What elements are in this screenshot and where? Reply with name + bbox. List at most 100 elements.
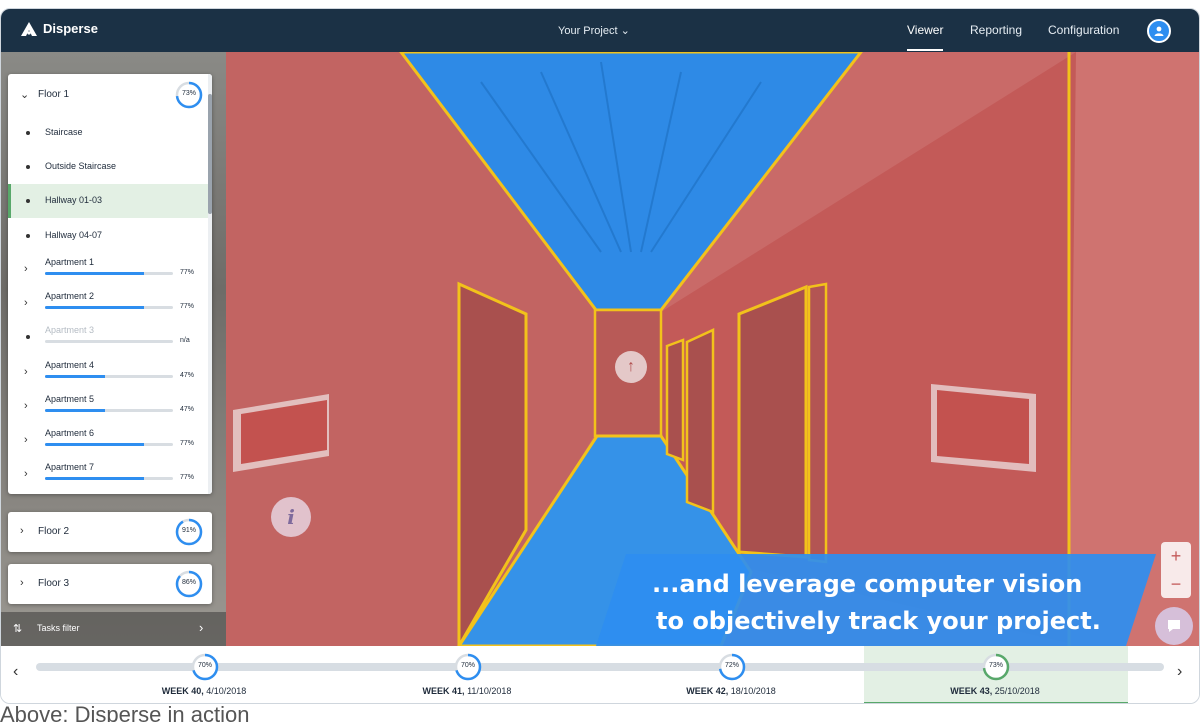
progress-value: n/a xyxy=(180,337,190,344)
list-item-label: Apartment 2 xyxy=(45,291,95,301)
chevron-right-icon: › xyxy=(24,263,28,275)
floor-1-header[interactable]: ⌄ Floor 1 73% xyxy=(8,74,208,116)
chevron-down-icon: ⌄ xyxy=(620,25,630,37)
panorama-viewer[interactable]: ⌄ Floor 1 73% Staircase Outside Staircas… xyxy=(1,52,1199,646)
progress-value: 77% xyxy=(180,474,195,481)
list-item-label: Hallway 04-07 xyxy=(45,230,103,240)
progress-bar xyxy=(45,409,173,412)
tab-configuration[interactable]: Configuration xyxy=(1048,23,1119,37)
zoom-out-button[interactable]: − xyxy=(1161,570,1191,598)
top-bar: Disperse Your Project ⌄ Viewer Reporting… xyxy=(1,9,1199,52)
week-label: WEEK 40, 4/10/2018 xyxy=(161,686,247,696)
image-caption: Above: Disperse in action xyxy=(0,702,250,722)
sliders-icon: ⇅ xyxy=(13,623,23,635)
progress-value: 47% xyxy=(180,406,195,413)
zoom-in-button[interactable]: + xyxy=(1161,542,1191,570)
progress-bar xyxy=(45,340,173,343)
chevron-right-icon: › xyxy=(24,297,28,309)
floor-1-panel: ⌄ Floor 1 73% Staircase Outside Staircas… xyxy=(8,74,212,494)
project-selector-label: Your Project xyxy=(558,25,618,37)
floor-3-progress-ring: 86% xyxy=(174,569,204,599)
bullet-icon xyxy=(26,131,30,135)
list-item[interactable]: › Apartment 1 77% xyxy=(8,252,208,286)
floor-2-header[interactable]: › Floor 2 91% xyxy=(8,512,212,552)
list-item-label: Apartment 1 xyxy=(45,257,95,267)
app-name: Disperse xyxy=(43,21,98,36)
list-item-label: Hallway 01-03 xyxy=(45,195,103,205)
timeline-prev-button[interactable]: ‹ xyxy=(13,663,18,681)
week-label: WEEK 43, 25/10/2018 xyxy=(950,686,1040,696)
floor-2-percent: 91% xyxy=(181,527,196,534)
timeline-week-42[interactable]: 72% WEEK 42, 18/10/2018 xyxy=(631,646,831,703)
fire-exit-sign-right xyxy=(931,384,1036,472)
timeline-week-41[interactable]: 70% WEEK 41, 11/10/2018 xyxy=(367,646,567,703)
info-button[interactable]: i xyxy=(271,497,311,537)
floor-3-header[interactable]: › Floor 3 86% xyxy=(8,564,212,604)
chevron-right-icon: › xyxy=(24,400,28,412)
caption-line-1: ...and leverage computer vision xyxy=(652,570,1083,598)
week-progress-ring: 73% xyxy=(981,652,1011,682)
project-selector[interactable]: Your Project ⌄ xyxy=(558,24,630,37)
user-icon xyxy=(1154,26,1164,36)
bullet-icon xyxy=(26,335,30,339)
list-item[interactable]: › Apartment 6 77% xyxy=(8,423,208,457)
progress-value: 77% xyxy=(180,440,195,447)
timeline-week-40[interactable]: 70% WEEK 40, 4/10/2018 xyxy=(104,646,304,703)
chat-bubble-icon xyxy=(1168,620,1180,632)
chevron-right-icon: › xyxy=(20,577,24,589)
week-percent: 70% xyxy=(197,662,212,669)
week-percent: 70% xyxy=(460,662,475,669)
caption-line-2: to objectively track your project. xyxy=(656,607,1101,635)
list-item[interactable]: › Apartment 4 47% xyxy=(8,355,208,389)
list-item-label: Outside Staircase xyxy=(45,161,117,171)
list-item-label: Apartment 3 xyxy=(45,325,95,335)
bullet-icon xyxy=(26,199,30,203)
sidebar-scrollbar[interactable] xyxy=(208,74,212,494)
week-percent: 73% xyxy=(988,662,1003,669)
chevron-right-icon: › xyxy=(199,620,204,635)
chevron-right-icon: › xyxy=(24,366,28,378)
list-item[interactable]: Apartment 3 n/a xyxy=(8,320,208,354)
timeline-next-button[interactable]: › xyxy=(1177,663,1182,681)
floor-1-percent: 73% xyxy=(181,90,196,97)
tasks-filter-button[interactable]: ⇅ Tasks filter › xyxy=(1,612,226,646)
app-window: Disperse Your Project ⌄ Viewer Reporting… xyxy=(0,8,1200,704)
list-item-label: Staircase xyxy=(45,127,83,137)
progress-value: 47% xyxy=(180,372,195,379)
tab-viewer[interactable]: Viewer xyxy=(907,23,944,51)
week-label: WEEK 41, 11/10/2018 xyxy=(422,686,512,696)
zoom-controls: + − xyxy=(1161,542,1191,598)
floor-3-percent: 86% xyxy=(181,579,196,586)
progress-bar xyxy=(45,477,173,480)
progress-bar xyxy=(45,306,173,309)
move-forward-arrow-icon[interactable]: ↑ xyxy=(615,351,647,383)
tab-reporting[interactable]: Reporting xyxy=(970,23,1022,37)
list-item-selected[interactable]: Hallway 01-03 xyxy=(8,184,208,218)
chevron-right-icon: › xyxy=(20,525,24,537)
timeline-week-43[interactable]: 73% WEEK 43, 25/10/2018 xyxy=(895,646,1095,703)
list-item[interactable]: › Apartment 5 47% xyxy=(8,389,208,423)
list-item-label: Apartment 7 xyxy=(45,462,95,472)
chat-button[interactable] xyxy=(1155,607,1193,645)
list-item[interactable]: › Apartment 7 77% xyxy=(8,457,208,491)
avatar[interactable] xyxy=(1147,19,1171,43)
list-item-label: Apartment 5 xyxy=(45,394,95,404)
floor-1-label: Floor 1 xyxy=(38,89,70,100)
list-item-label: Apartment 6 xyxy=(45,428,95,438)
chevron-right-icon: › xyxy=(24,434,28,446)
timeline: ‹ › 70% WEEK 40, 4/10/2018 70% WEEK 41, … xyxy=(1,646,1199,703)
progress-bar xyxy=(45,375,173,378)
bullet-icon xyxy=(26,165,30,169)
chevron-right-icon: › xyxy=(24,468,28,480)
logo[interactable]: Disperse xyxy=(21,21,98,36)
week-percent: 72% xyxy=(724,662,739,669)
list-item[interactable]: Outside Staircase xyxy=(8,150,208,184)
list-item[interactable]: Hallway 04-07 xyxy=(8,219,208,253)
list-item[interactable]: › Apartment 2 77% xyxy=(8,286,208,320)
floor-1-progress-ring: 73% xyxy=(174,80,204,110)
week-progress-ring: 70% xyxy=(190,652,220,682)
progress-value: 77% xyxy=(180,269,195,276)
week-progress-ring: 70% xyxy=(453,652,483,682)
list-item[interactable]: Staircase xyxy=(8,116,208,150)
chevron-down-icon: ⌄ xyxy=(20,89,30,101)
